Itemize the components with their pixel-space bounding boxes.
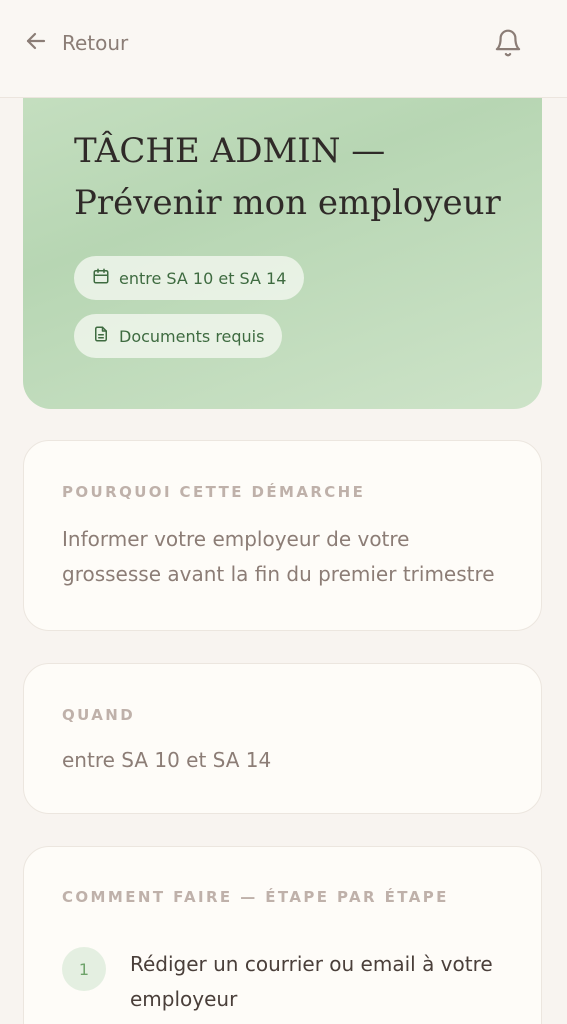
when-card: QUAND entre SA 10 et SA 14	[23, 663, 542, 814]
why-text: Informer votre employeur de votre grosse…	[62, 527, 495, 586]
arrow-left-icon	[24, 29, 48, 57]
notifications-button[interactable]	[493, 27, 523, 59]
document-icon	[92, 325, 110, 347]
task-detail-page: TÂCHE ADMIN — Prévenir mon employeur ent…	[0, 0, 567, 1024]
bell-icon	[493, 29, 523, 63]
when-heading: QUAND	[62, 706, 136, 724]
back-button[interactable]: Retour	[24, 28, 128, 58]
timing-chip-label: entre SA 10 et SA 14	[119, 268, 287, 288]
task-title-category: TÂCHE ADMIN —	[74, 131, 386, 171]
step-number-badge: 1	[62, 947, 106, 991]
task-title: TÂCHE ADMIN — Prévenir mon employeur	[74, 125, 504, 229]
why-card: POURQUOI CETTE DÉMARCHE Informer votre e…	[23, 440, 542, 631]
back-label: Retour	[62, 31, 129, 55]
top-bar: Retour	[0, 0, 567, 98]
timing-chip: entre SA 10 et SA 14	[74, 256, 305, 300]
step-text: Rédiger un courrier ou email à votre emp…	[130, 952, 493, 1011]
calendar-icon	[92, 267, 110, 289]
why-heading: POURQUOI CETTE DÉMARCHE	[62, 483, 366, 501]
how-heading: COMMENT FAIRE — ÉTAPE PAR ÉTAPE	[62, 888, 449, 906]
task-hero-card: TÂCHE ADMIN — Prévenir mon employeur ent…	[23, 60, 542, 409]
task-title-name: Prévenir mon employeur	[74, 183, 501, 223]
documents-chip: Documents requis	[74, 314, 283, 358]
documents-chip-label: Documents requis	[119, 326, 265, 346]
when-text: entre SA 10 et SA 14	[62, 748, 272, 772]
how-card: COMMENT FAIRE — ÉTAPE PAR ÉTAPE 1 Rédige…	[23, 846, 542, 1024]
